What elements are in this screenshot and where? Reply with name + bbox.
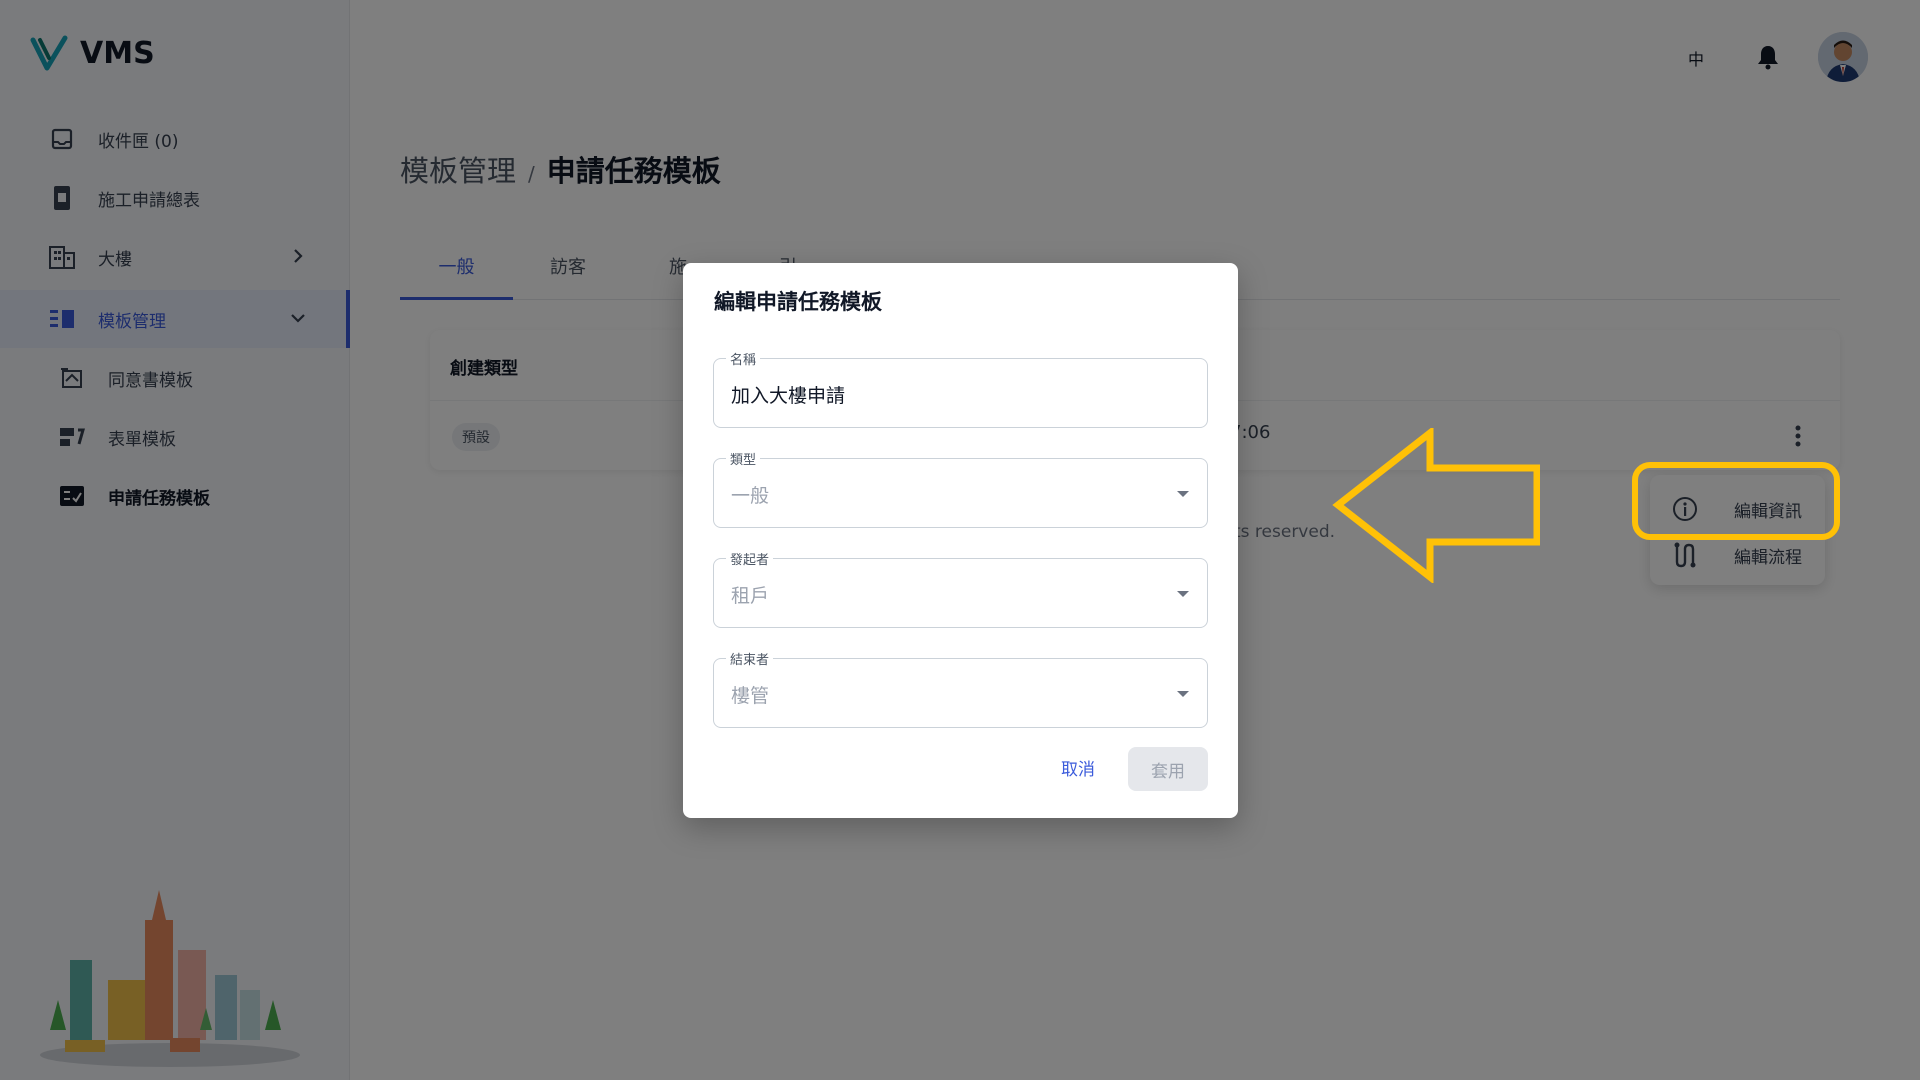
field-label: 名稱 [726,349,761,368]
field-value: 樓管 [731,685,770,707]
field-label: 結束者 [726,649,774,668]
field-label: 類型 [726,449,761,468]
cancel-button[interactable]: 取消 [1041,747,1115,787]
edit-template-dialog: 編輯申請任務模板 名稱 加入大樓申請 類型 一般 發起者 租戶 結束者 樓管 取… [683,263,1238,818]
field-value: 租戶 [731,585,770,607]
name-field[interactable]: 名稱 加入大樓申請 [713,349,1208,428]
field-label: 發起者 [726,549,774,568]
type-select[interactable]: 類型 一般 [713,449,1208,528]
terminator-select[interactable]: 結束者 樓管 [713,649,1208,728]
annotation-highlight-box [1632,462,1840,540]
field-value: 一般 [731,485,770,507]
dropdown-caret-icon [1177,491,1189,497]
dropdown-caret-icon [1177,591,1189,597]
dialog-title: 編輯申請任務模板 [714,290,882,314]
annotation-arrow [1332,428,1540,583]
field-value: 加入大樓申請 [731,385,846,407]
dropdown-caret-icon [1177,691,1189,697]
apply-button[interactable]: 套用 [1128,747,1208,791]
initiator-select[interactable]: 發起者 租戶 [713,549,1208,628]
